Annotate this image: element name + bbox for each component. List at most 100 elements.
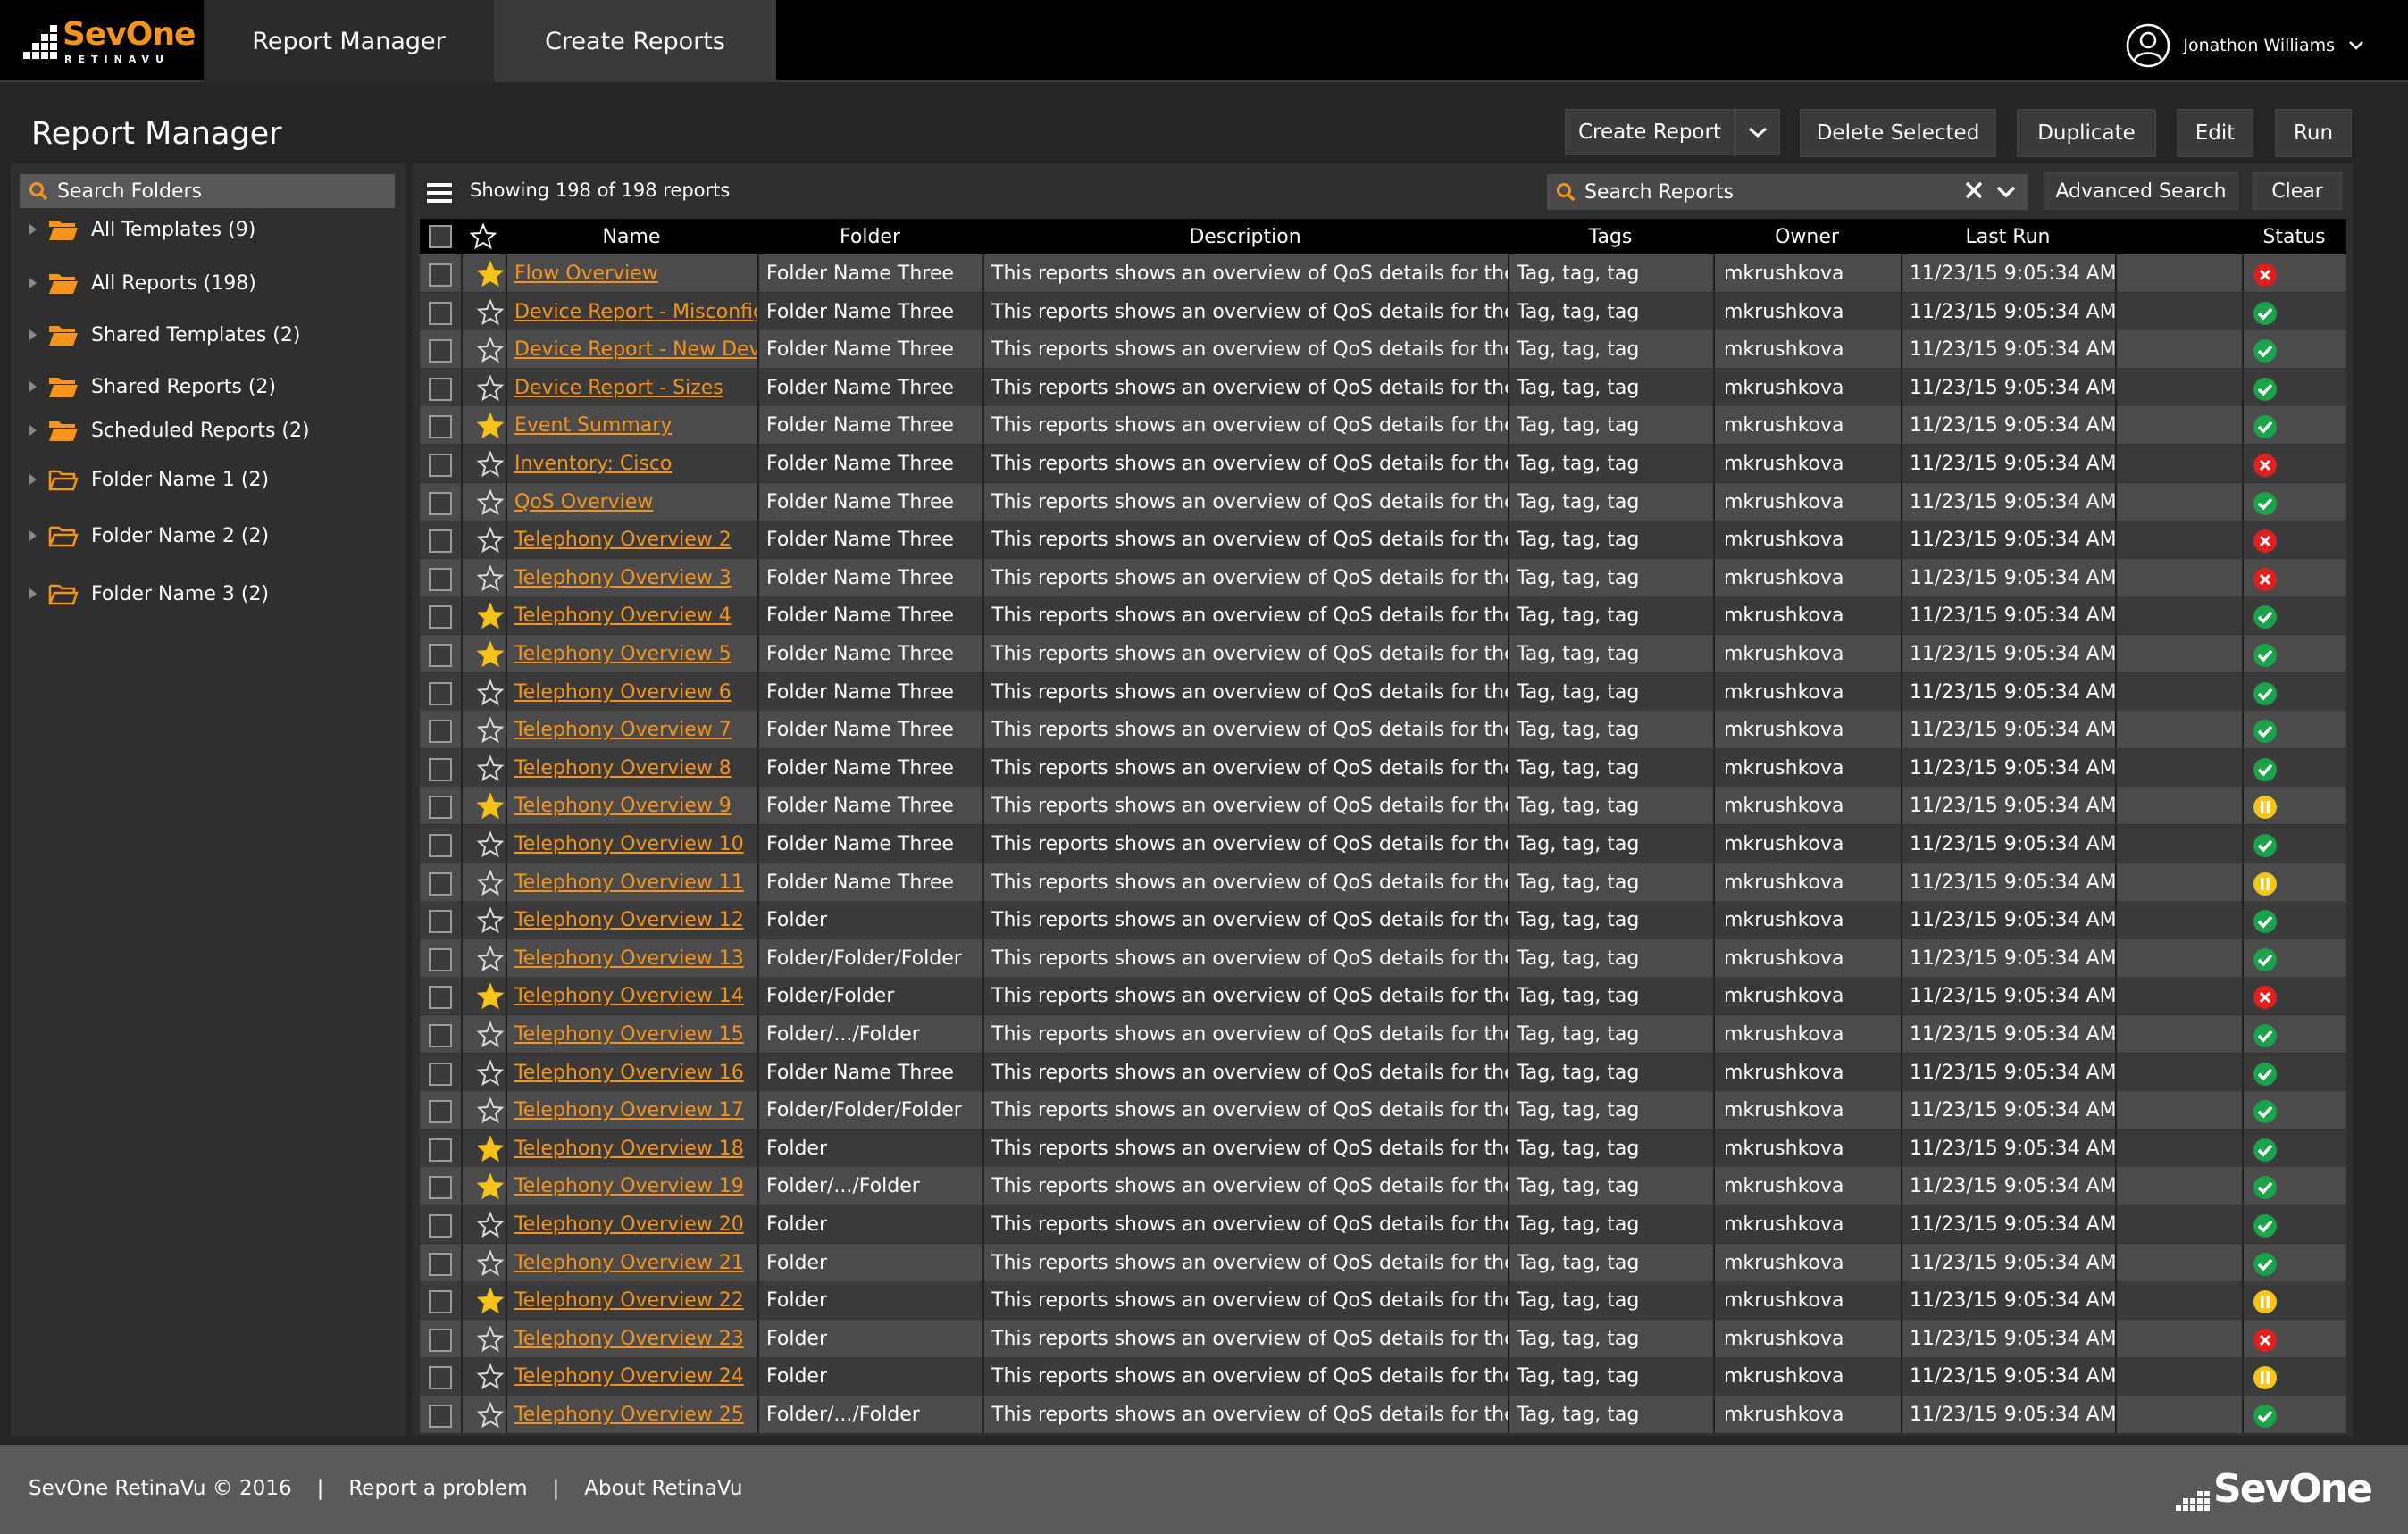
advanced-search-button[interactable]: Advanced Search <box>2044 172 2238 210</box>
star-icon[interactable] <box>477 375 504 402</box>
column-header-last-run[interactable]: Last Run <box>1901 219 2115 254</box>
report-name-link[interactable]: Telephony Overview 19 <box>514 1167 757 1205</box>
table-row[interactable]: Telephony Overview 2 Folder Name Three Thi… <box>420 521 2346 558</box>
star-icon[interactable] <box>477 1250 504 1277</box>
star-icon[interactable] <box>477 755 504 782</box>
row-checkbox[interactable] <box>429 1100 452 1123</box>
report-name-link[interactable]: Telephony Overview 8 <box>514 749 757 787</box>
chevron-down-icon[interactable] <box>1995 181 2017 203</box>
star-icon[interactable] <box>477 1326 504 1353</box>
report-name-link[interactable]: Flow Overview <box>514 254 757 292</box>
star-icon[interactable] <box>477 337 504 363</box>
row-checkbox[interactable] <box>429 568 452 591</box>
clear-button[interactable]: Clear <box>2253 172 2342 210</box>
table-row[interactable]: Telephony Overview 13 Folder/Folder/Folde… <box>420 939 2346 977</box>
table-row[interactable]: Telephony Overview 24 Folder This reports … <box>420 1357 2346 1395</box>
star-icon[interactable] <box>477 489 504 516</box>
row-checkbox[interactable] <box>429 454 452 477</box>
star-filled-icon[interactable] <box>477 261 504 288</box>
table-row[interactable]: Telephony Overview 18 Folder This reports … <box>420 1130 2346 1167</box>
report-name-link[interactable]: Telephony Overview 15 <box>514 1015 757 1053</box>
star-icon[interactable] <box>477 1212 504 1238</box>
expand-arrow-icon[interactable] <box>29 588 38 600</box>
edit-button[interactable]: Edit <box>2177 109 2253 157</box>
report-name-link[interactable]: Telephony Overview 16 <box>514 1054 757 1091</box>
report-name-link[interactable]: Device Report - Sizes <box>514 369 757 406</box>
duplicate-button[interactable]: Duplicate <box>2017 109 2156 157</box>
table-row[interactable]: Telephony Overview 19 Folder/.../Folder Th… <box>420 1167 2346 1205</box>
report-name-link[interactable]: Event Summary <box>514 406 757 444</box>
report-problem-link[interactable]: Report a problem <box>348 1477 527 1500</box>
close-icon[interactable] <box>1963 179 1985 201</box>
column-header-tags[interactable]: Tags <box>1508 219 1713 254</box>
row-checkbox[interactable] <box>429 1024 452 1047</box>
table-row[interactable]: Telephony Overview 7 Folder Name Three Thi… <box>420 711 2346 748</box>
star-icon[interactable] <box>477 527 504 554</box>
table-row[interactable]: Telephony Overview 5 Folder Name Three Thi… <box>420 635 2346 672</box>
sevone-logo[interactable]: SevOne RETINAVU <box>23 16 196 66</box>
report-name-link[interactable]: Telephony Overview 4 <box>514 596 757 634</box>
folder-item[interactable]: Folder Name 2 (2) <box>29 523 269 548</box>
table-row[interactable]: Telephony Overview 25 Folder/.../Folder Th… <box>420 1396 2346 1433</box>
user-menu[interactable]: Jonathon Williams <box>2126 23 2365 68</box>
report-name-link[interactable]: Telephony Overview 2 <box>514 521 757 558</box>
folder-item[interactable]: Shared Reports (2) <box>29 374 276 399</box>
table-row[interactable]: Device Report - New Devices Folder Name T… <box>420 330 2346 368</box>
star-filled-icon[interactable] <box>477 1136 504 1163</box>
row-checkbox[interactable] <box>429 1329 452 1352</box>
row-checkbox[interactable] <box>429 1214 452 1238</box>
expand-arrow-icon[interactable] <box>29 473 38 486</box>
report-name-link[interactable]: Telephony Overview 23 <box>514 1320 757 1357</box>
row-checkbox[interactable] <box>429 415 452 438</box>
expand-arrow-icon[interactable] <box>29 529 38 542</box>
folder-item[interactable]: All Reports (198) <box>29 271 256 296</box>
run-button[interactable]: Run <box>2275 109 2352 157</box>
report-name-link[interactable]: Telephony Overview 20 <box>514 1205 757 1243</box>
star-icon[interactable] <box>477 1402 504 1429</box>
star-icon[interactable] <box>477 717 504 744</box>
report-name-link[interactable]: Telephony Overview 5 <box>514 635 757 672</box>
row-checkbox[interactable] <box>429 492 452 515</box>
expand-arrow-icon[interactable] <box>29 329 38 341</box>
report-name-link[interactable]: Telephony Overview 6 <box>514 673 757 711</box>
row-checkbox[interactable] <box>429 644 452 667</box>
table-row[interactable]: Telephony Overview 17 Folder/Folder/Folde… <box>420 1091 2346 1129</box>
row-checkbox[interactable] <box>429 529 452 553</box>
report-name-link[interactable]: Inventory: Cisco <box>514 445 757 482</box>
table-row[interactable]: Telephony Overview 14 Folder/Folder This r… <box>420 977 2346 1014</box>
star-filled-icon[interactable] <box>477 793 504 820</box>
report-name-link[interactable]: Device Report - New Devices <box>514 330 757 368</box>
folder-item[interactable]: Scheduled Reports (2) <box>29 418 310 443</box>
report-name-link[interactable]: Telephony Overview 12 <box>514 901 757 938</box>
table-row[interactable]: Telephony Overview 9 Folder Name Three Thi… <box>420 787 2346 824</box>
table-row[interactable]: Telephony Overview 10 Folder Name Three Th… <box>420 825 2346 863</box>
table-row[interactable]: Telephony Overview 20 Folder This reports … <box>420 1205 2346 1243</box>
table-row[interactable]: Telephony Overview 6 Folder Name Three Thi… <box>420 673 2346 711</box>
report-name-link[interactable]: Telephony Overview 24 <box>514 1357 757 1395</box>
folder-item[interactable]: All Templates (9) <box>29 217 255 242</box>
report-name-link[interactable]: Telephony Overview 10 <box>514 825 757 863</box>
row-checkbox[interactable] <box>429 263 452 287</box>
star-icon[interactable] <box>477 299 504 326</box>
star-icon[interactable] <box>477 565 504 592</box>
row-checkbox[interactable] <box>429 682 452 705</box>
row-checkbox[interactable] <box>429 302 452 325</box>
select-all-checkbox[interactable] <box>429 225 452 248</box>
report-name-link[interactable]: Telephony Overview 9 <box>514 787 757 824</box>
expand-arrow-icon[interactable] <box>29 277 38 289</box>
table-row[interactable]: Telephony Overview 21 Folder This reports … <box>420 1244 2346 1281</box>
report-name-link[interactable]: Telephony Overview 14 <box>514 977 757 1014</box>
create-report-dropdown[interactable] <box>1735 109 1780 155</box>
row-checkbox[interactable] <box>429 1290 452 1313</box>
star-icon[interactable] <box>477 1021 504 1048</box>
column-header-description[interactable]: Description <box>982 219 1508 254</box>
star-icon[interactable] <box>477 907 504 934</box>
report-name-link[interactable]: QoS Overview <box>514 483 757 521</box>
report-name-link[interactable]: Telephony Overview 11 <box>514 863 757 901</box>
report-name-link[interactable]: Telephony Overview 21 <box>514 1244 757 1281</box>
column-header-owner[interactable]: Owner <box>1713 219 1901 254</box>
star-filled-icon[interactable] <box>477 603 504 629</box>
row-checkbox[interactable] <box>429 910 452 933</box>
star-icon[interactable] <box>477 831 504 858</box>
tab-report-manager[interactable]: Report Manager <box>204 0 494 82</box>
